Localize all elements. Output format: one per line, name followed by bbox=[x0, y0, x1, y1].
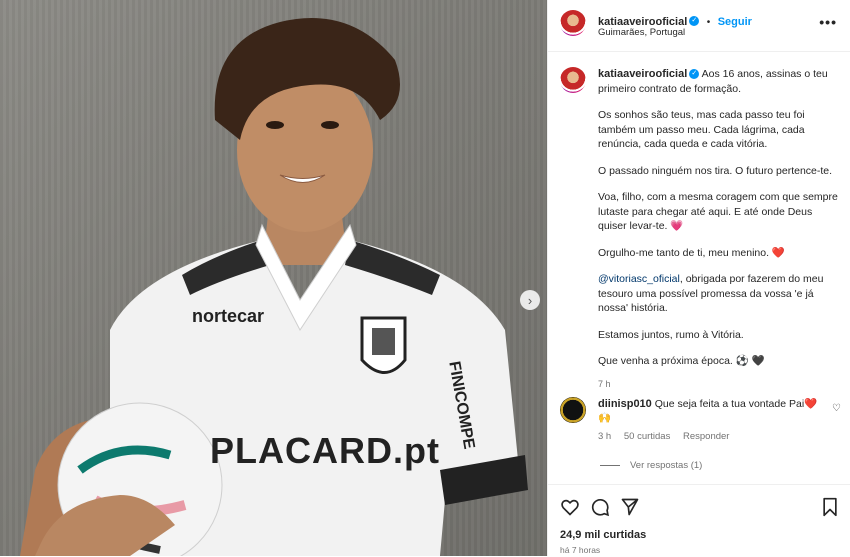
comment-like-heart-icon[interactable]: ♡ bbox=[832, 403, 841, 414]
next-image-button[interactable]: › bbox=[520, 290, 540, 310]
view-replies-label: Ver respostas (1) bbox=[630, 460, 703, 471]
caption-time: 7 h bbox=[598, 378, 611, 389]
post-age: há 7 horas bbox=[560, 545, 601, 555]
commenter-username[interactable]: diinisp010 bbox=[598, 398, 652, 410]
post-actions: 24,9 mil curtidas há 7 horas bbox=[548, 484, 850, 557]
commenter-avatar[interactable] bbox=[560, 397, 586, 423]
verified-icon: ✓ bbox=[689, 15, 700, 26]
chevron-right-icon: › bbox=[527, 292, 533, 308]
comment-time: 3 h bbox=[598, 431, 612, 442]
replies-divider bbox=[600, 464, 620, 466]
post-caption: katiaaveirooficial ✓ Aos 16 anos, assinas… bbox=[598, 67, 838, 391]
sponsor-chest-text: nortecar bbox=[192, 306, 265, 326]
more-options-icon[interactable]: ••• bbox=[819, 14, 837, 30]
caption-p5: Orgulho-me tanto de ti, meu menino. ❤️ bbox=[598, 246, 785, 259]
share-send-icon[interactable] bbox=[620, 497, 640, 517]
comment-meta: 3 h 50 curtidas Responder bbox=[598, 431, 739, 442]
location-link[interactable]: Guimarães, Portugal bbox=[598, 27, 685, 38]
author-avatar[interactable] bbox=[560, 10, 586, 36]
like-heart-icon[interactable] bbox=[560, 497, 580, 517]
post-photo[interactable]: nortecar PLACARD.pt FINICOMPE › bbox=[0, 0, 547, 556]
caption-p4: Voa, filho, com a mesma coragem com que … bbox=[598, 191, 838, 232]
bookmark-icon[interactable] bbox=[820, 497, 840, 517]
follow-button[interactable]: Seguir bbox=[718, 16, 752, 28]
caption-p1: katiaaveirooficial ✓ Aos 16 anos, assinas… bbox=[598, 67, 838, 96]
caption-p3: O passado ninguém nos tira. O futuro per… bbox=[598, 164, 833, 177]
caption-username[interactable]: katiaaveirooficial bbox=[598, 68, 687, 80]
dot-separator: • bbox=[706, 17, 711, 28]
photo-illustration bbox=[20, 17, 528, 556]
likes-count[interactable]: 24,9 mil curtidas bbox=[560, 529, 646, 541]
sponsor-front-text: PLACARD.pt bbox=[210, 430, 440, 471]
mention-link[interactable]: @vitoriasc_oficial bbox=[598, 273, 680, 285]
caption-p6: @vitoriasc_oficial, obrigada por fazerem… bbox=[598, 272, 838, 316]
reply-button[interactable]: Responder bbox=[683, 431, 729, 442]
caption-p7: Estamos juntos, rumo à Vitória. bbox=[598, 328, 744, 341]
caption-p8: Que venha a próxima época. ⚽ 🖤 bbox=[598, 355, 765, 367]
comment-icon[interactable] bbox=[590, 497, 610, 517]
caption-author-avatar[interactable] bbox=[560, 67, 586, 93]
comment-body: diinisp010 Que seja feita a tua vontade … bbox=[598, 397, 828, 425]
view-replies-button[interactable]: Ver respostas (1) bbox=[600, 460, 702, 471]
comment-likes[interactable]: 50 curtidas bbox=[624, 431, 670, 442]
verified-icon: ✓ bbox=[689, 69, 700, 80]
caption-p2: Os sonhos são teus, mas cada passo teu f… bbox=[598, 109, 805, 150]
post-side-panel: katiaaveirooficial ✓ • Seguir Guimarães, … bbox=[547, 0, 850, 556]
post-header: katiaaveirooficial ✓ • Seguir Guimarães, … bbox=[548, 0, 850, 52]
